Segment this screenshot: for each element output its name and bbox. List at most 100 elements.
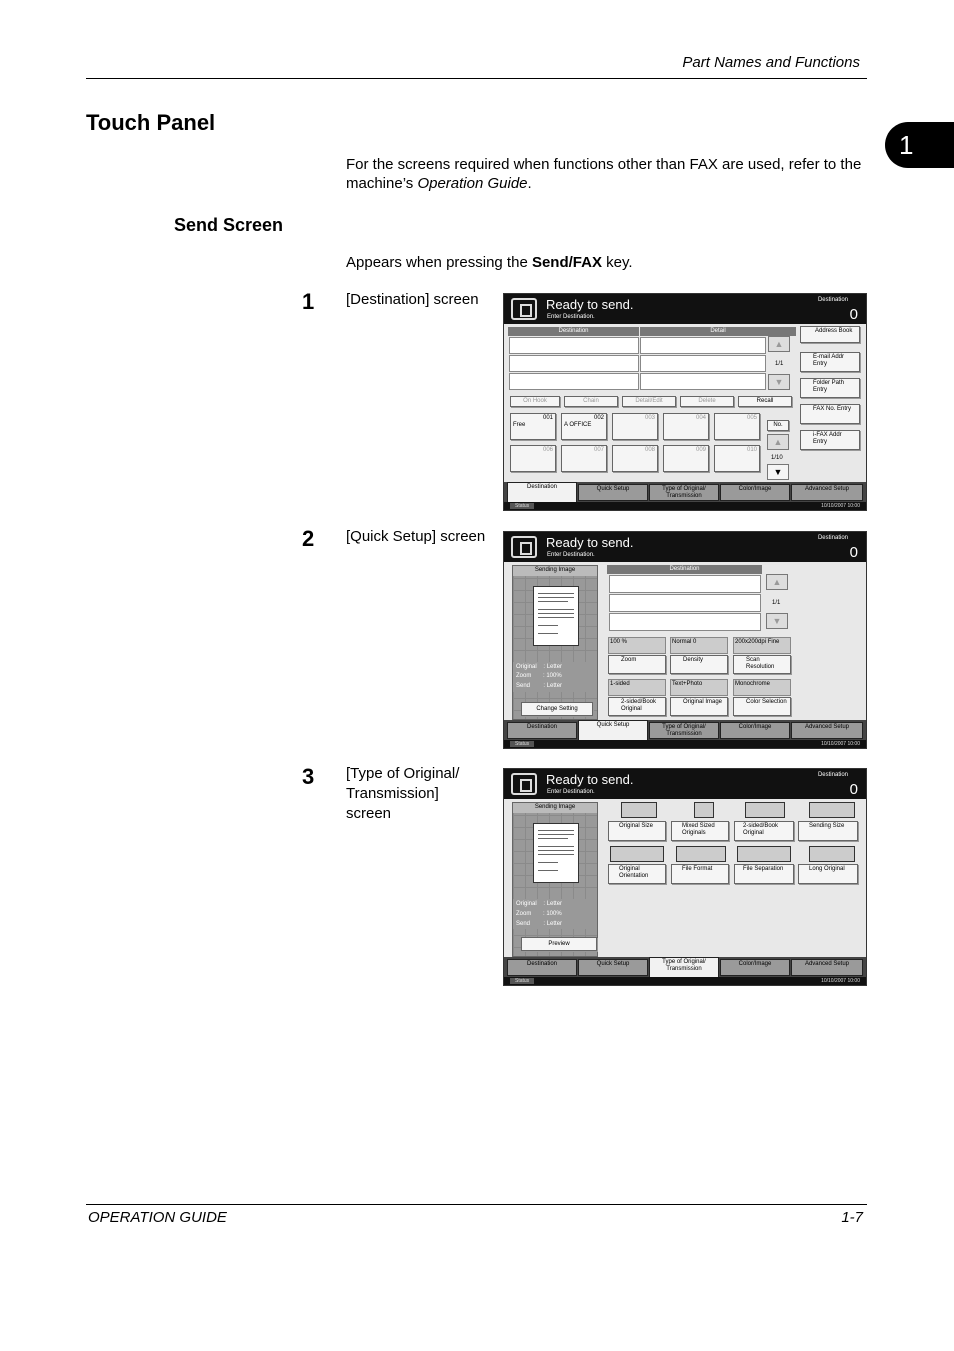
destination-label: Destination [817, 535, 848, 541]
page-number: 1-7 [841, 1209, 863, 1226]
delete-button[interactable]: Delete [680, 396, 734, 407]
sending-size-icon [809, 802, 855, 818]
one-touch-key[interactable]: 010 [714, 445, 760, 472]
one-touch-key[interactable]: 002 A OFFICE [561, 413, 607, 440]
step-number: 1 [302, 289, 315, 314]
tab-type-of-original[interactable]: Type of Original/ Transmission [649, 957, 719, 977]
scroll-down-button[interactable]: ▼ [768, 374, 790, 390]
document-thumbnail [533, 823, 579, 883]
tab-destination[interactable]: Destination [507, 959, 577, 976]
tab-quick-setup[interactable]: Quick Setup [578, 959, 648, 976]
detail-row[interactable] [640, 373, 766, 390]
tab-type-of-original[interactable]: Type of Original/ Transmission [649, 722, 719, 739]
footer-rule [86, 1204, 867, 1205]
file-format-icon [676, 846, 726, 862]
original-size-button[interactable]: Original Size [608, 821, 666, 841]
file-separation-button[interactable]: File Separation [734, 864, 794, 884]
number-button[interactable]: No. [767, 420, 789, 431]
destination-header: Destination [607, 565, 762, 574]
key-scroll-up-button[interactable]: ▲ [767, 434, 789, 450]
density-button[interactable]: Density [670, 655, 728, 674]
tab-advanced-setup[interactable]: Advanced Setup [791, 959, 863, 976]
one-touch-key[interactable]: 009 [663, 445, 709, 472]
file-format-button[interactable]: File Format [671, 864, 729, 884]
destination-row[interactable] [509, 373, 639, 390]
two-sided-original-button[interactable]: 2-sided/Book Original [608, 697, 666, 716]
one-touch-key[interactable]: 001 Free [510, 413, 556, 440]
type-of-original-screen-panel: Ready to send. Enter Destination. Destin… [503, 768, 867, 986]
key-scroll-down-button[interactable]: ▼ [767, 464, 789, 480]
section-heading: Send Screen [174, 215, 284, 235]
address-book-button[interactable]: Address Book [800, 326, 860, 343]
long-original-button[interactable]: Long Original [798, 864, 858, 884]
one-touch-key[interactable]: 005 [714, 413, 760, 440]
tab-destination[interactable]: Destination [507, 722, 577, 739]
destination-count: 0 [849, 781, 858, 798]
step-number: 3 [302, 764, 315, 789]
tab-advanced-setup[interactable]: Advanced Setup [791, 722, 863, 739]
ready-message: Ready to send. [546, 772, 634, 787]
enter-destination-hint: Enter Destination. [547, 314, 595, 320]
zoom-button[interactable]: Zoom [608, 655, 666, 674]
color-selection-button[interactable]: Color Selection [733, 697, 791, 716]
original-orientation-button[interactable]: Original Orientation [608, 864, 666, 884]
send-icon [511, 298, 537, 320]
tab-color-image[interactable]: Color/Image [720, 484, 790, 501]
ifax-entry-button[interactable]: i-FAX Addr Entry [800, 430, 860, 450]
original-size-icon [621, 802, 657, 818]
status-button[interactable]: Status [510, 978, 535, 984]
tab-advanced-setup[interactable]: Advanced Setup [791, 484, 863, 501]
sending-size-button[interactable]: Sending Size [798, 821, 858, 841]
destination-row[interactable] [609, 594, 761, 612]
col-detail-header: Detail [640, 327, 796, 336]
scan-resolution-button[interactable]: Scan Resolution [733, 655, 791, 674]
change-setting-button[interactable]: Change Setting [521, 702, 593, 716]
on-hook-button[interactable]: On Hook [510, 396, 560, 407]
folder-path-entry-button[interactable]: Folder Path Entry [800, 378, 860, 398]
status-button[interactable]: Status [510, 503, 535, 509]
one-touch-key[interactable]: 003 [612, 413, 658, 440]
tab-quick-setup[interactable]: Quick Setup [578, 484, 648, 501]
destination-row[interactable] [509, 337, 639, 354]
mixed-sized-originals-icon [694, 802, 714, 818]
info-send: Send : Letter [516, 683, 563, 689]
chain-button[interactable]: Chain [564, 396, 618, 407]
step-label: [Type of Original/ Transmission] screen [346, 765, 460, 822]
tab-quick-setup[interactable]: Quick Setup [578, 720, 648, 740]
tab-destination[interactable]: Destination [507, 482, 577, 502]
recall-button[interactable]: Recall [738, 396, 792, 407]
sending-image-preview: Sending Image Original : Letter Zoom : 1… [512, 802, 598, 957]
sending-image-label: Sending Image [513, 566, 597, 576]
two-sided-book-original-button[interactable]: 2-sided/Book Original [734, 821, 794, 841]
one-touch-key[interactable]: 004 [663, 413, 709, 440]
scroll-up-button[interactable]: ▲ [768, 336, 790, 352]
date-time: 10/10/2007 10:00 [821, 741, 860, 747]
status-button[interactable]: Status [510, 741, 535, 747]
detail-row[interactable] [640, 355, 766, 372]
mixed-sized-originals-button[interactable]: Mixed Sized Originals [671, 821, 729, 841]
one-touch-key[interactable]: 007 [561, 445, 607, 472]
tab-type-of-original[interactable]: Type of Original/ Transmission [649, 484, 719, 501]
one-touch-key[interactable]: 006 [510, 445, 556, 472]
list-page-indicator: 1/1 [775, 361, 784, 367]
quick-setup-screen-panel: Ready to send. Enter Destination. Destin… [503, 531, 867, 749]
ready-message: Ready to send. [546, 297, 634, 312]
running-header: Part Names and Functions [682, 54, 860, 71]
preview-button[interactable]: Preview [521, 937, 597, 951]
enter-destination-hint: Enter Destination. [547, 789, 595, 795]
email-entry-button[interactable]: E-mail Addr Entry [800, 352, 860, 372]
destination-count: 0 [849, 306, 858, 323]
tab-color-image[interactable]: Color/Image [720, 722, 790, 739]
scroll-up-button[interactable]: ▲ [766, 574, 788, 590]
detail-edit-button[interactable]: Detail/Edit [622, 396, 676, 407]
detail-row[interactable] [640, 337, 766, 354]
destination-row[interactable] [609, 575, 761, 593]
tab-color-image[interactable]: Color/Image [720, 959, 790, 976]
destination-row[interactable] [609, 613, 761, 631]
fax-number-entry-button[interactable]: FAX No. Entry [800, 404, 860, 424]
original-image-button[interactable]: Original Image [670, 697, 728, 716]
one-touch-key[interactable]: 008 [612, 445, 658, 472]
two-sided-book-icon [745, 802, 785, 818]
destination-row[interactable] [509, 355, 639, 372]
scroll-down-button[interactable]: ▼ [766, 613, 788, 629]
